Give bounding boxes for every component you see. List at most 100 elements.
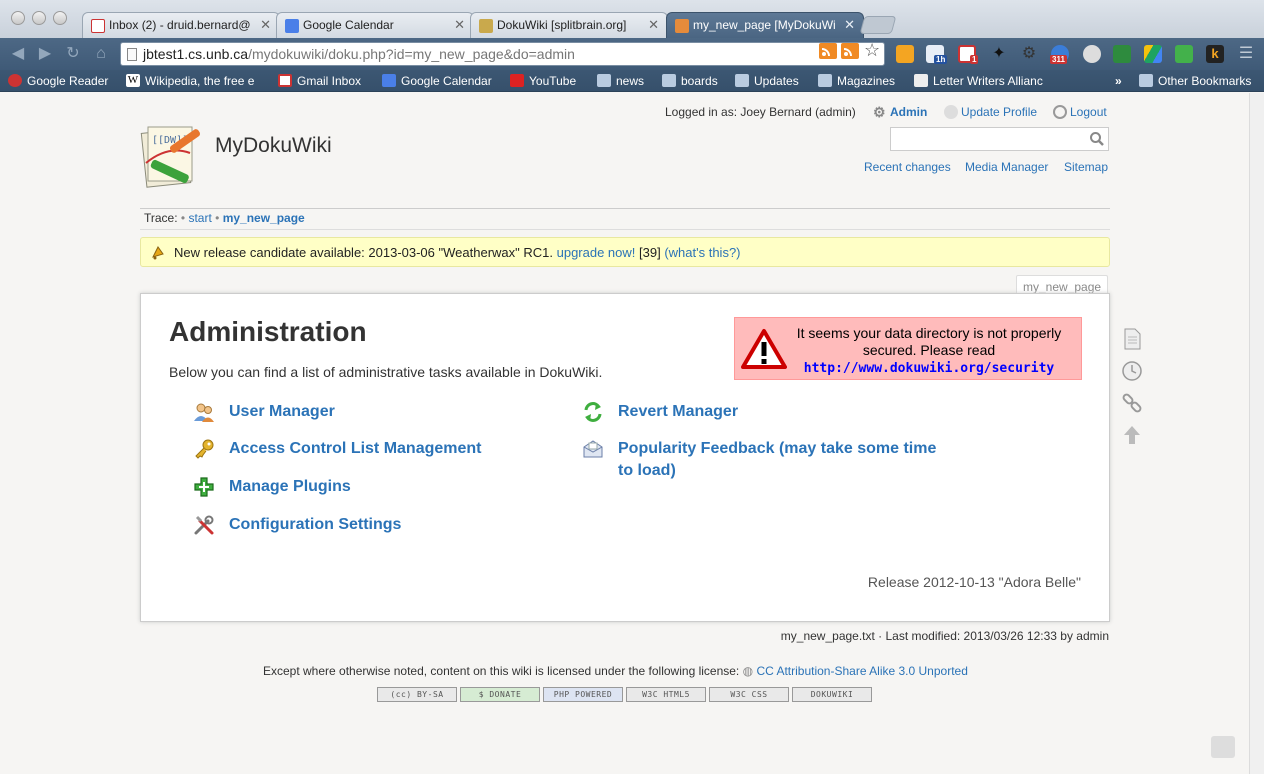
tab-gmail[interactable]: Inbox (2) - druid.bernard@ ✕ bbox=[82, 12, 280, 38]
security-warning: It seems your data directory is not prop… bbox=[734, 317, 1082, 380]
bookmark-gmail-inbox[interactable]: Gmail Inbox bbox=[278, 73, 361, 89]
folder-icon bbox=[1139, 74, 1153, 87]
update-profile-link[interactable]: Update Profile bbox=[944, 105, 1037, 119]
tab-title: DokuWiki [splitbrain.org] bbox=[497, 18, 627, 32]
breadcrumb: Trace: • start • my_new_page bbox=[144, 211, 305, 225]
bookmark-other-bookmarks[interactable]: Other Bookmarks bbox=[1139, 73, 1251, 89]
window-zoom-button[interactable] bbox=[53, 11, 67, 25]
badge-donate[interactable]: $ DONATE bbox=[460, 687, 540, 702]
wikipedia-icon: W bbox=[126, 74, 140, 87]
forward-arrow-icon[interactable]: ▶ bbox=[35, 44, 55, 64]
logout-link[interactable]: Logout bbox=[1053, 105, 1107, 119]
window-close-button[interactable] bbox=[11, 11, 25, 25]
bookmark-label: news bbox=[616, 74, 645, 88]
google-drive-icon[interactable] bbox=[1144, 45, 1162, 63]
twitter-bird-icon[interactable]: ✦ bbox=[990, 45, 1008, 63]
backlinks-chain-icon[interactable] bbox=[1121, 392, 1143, 414]
breadcrumb-current-link[interactable]: my_new_page bbox=[223, 211, 305, 225]
checkmark-icon[interactable] bbox=[1113, 45, 1131, 63]
home-icon[interactable]: ⌂ bbox=[91, 44, 111, 64]
new-tab-button[interactable] bbox=[859, 16, 897, 34]
bookmark-star-icon[interactable]: ☆ bbox=[864, 41, 882, 59]
close-icon[interactable]: ✕ bbox=[648, 17, 659, 33]
admin-link[interactable]: ⚙ Admin bbox=[873, 105, 927, 119]
browser-tab-strip: Inbox (2) - druid.bernard@ ✕ Google Cale… bbox=[0, 0, 1264, 38]
power-icon bbox=[1053, 105, 1067, 119]
revert-icon bbox=[584, 402, 602, 422]
tab-dokuwiki-splitbrain[interactable]: DokuWiki [splitbrain.org] ✕ bbox=[470, 12, 668, 38]
bookmarks-overflow-chevron[interactable]: » bbox=[1115, 73, 1122, 89]
tools-icon bbox=[194, 515, 214, 535]
tab-my-new-page[interactable]: my_new_page [MyDokuWi ✕ bbox=[666, 12, 864, 38]
badge-php-powered[interactable]: PHP POWERED bbox=[543, 687, 623, 702]
whats-this-link[interactable]: (what's this?) bbox=[664, 245, 740, 260]
globe-icon: ◍ bbox=[742, 664, 754, 678]
share-icon[interactable] bbox=[1211, 736, 1235, 758]
cloud-icon[interactable] bbox=[1175, 45, 1193, 63]
show-page-icon[interactable] bbox=[1121, 328, 1143, 350]
search-input[interactable] bbox=[890, 127, 1109, 151]
dokuwiki-logo-icon[interactable]: [[DW]] bbox=[138, 123, 206, 189]
menu-icon[interactable]: ☰ bbox=[1237, 45, 1255, 63]
admin-item-label: Manage Plugins bbox=[229, 478, 351, 495]
bookmark-folder-boards[interactable]: boards bbox=[662, 73, 718, 89]
site-title[interactable]: MyDokuWiki bbox=[215, 134, 332, 158]
browser-toolbar: ◀ ▶ ↻ ⌂ jbtest1.cs.unb.ca/mydokuwiki/dok… bbox=[0, 38, 1264, 70]
bookmark-label: Wikipedia, the free e bbox=[145, 74, 255, 88]
search-icon[interactable] bbox=[1089, 131, 1105, 147]
gear-icon[interactable]: ⚙ bbox=[1020, 45, 1038, 63]
badge-dokuwiki[interactable]: DOKUWIKI bbox=[792, 687, 872, 702]
badge-html5[interactable]: W3C HTML5 bbox=[626, 687, 706, 702]
admin-item-label: User Manager bbox=[229, 403, 335, 420]
close-icon[interactable]: ✕ bbox=[454, 17, 465, 33]
bookmark-label: YouTube bbox=[529, 74, 577, 88]
bookmark-wikipedia[interactable]: W Wikipedia, the free e bbox=[126, 73, 254, 89]
breadcrumb-separator: • bbox=[180, 211, 186, 225]
back-arrow-icon[interactable]: ◀ bbox=[8, 44, 28, 64]
url-host: jbtest1.cs.unb.ca bbox=[143, 46, 249, 62]
rss-feed-icon[interactable] bbox=[841, 43, 859, 59]
kindle-icon[interactable]: k bbox=[1206, 45, 1224, 63]
tab-title: my_new_page [MyDokuWi bbox=[693, 18, 836, 32]
security-link[interactable]: http://www.dokuwiki.org/security bbox=[804, 361, 1054, 376]
badge-css[interactable]: W3C CSS bbox=[709, 687, 789, 702]
notice-count: [39] bbox=[639, 245, 661, 260]
license-notice: Except where otherwise noted, content on… bbox=[263, 664, 968, 678]
vertical-scrollbar[interactable] bbox=[1249, 93, 1264, 774]
page-icon bbox=[127, 48, 137, 61]
bookmark-google-calendar[interactable]: Google Calendar bbox=[382, 73, 492, 89]
dokuwiki-page: Logged in as: Joey Bernard (admin) ⚙ Admi… bbox=[0, 93, 1249, 774]
divider bbox=[140, 208, 1110, 209]
bookmark-google-reader[interactable]: Google Reader bbox=[8, 73, 108, 89]
window-minimize-button[interactable] bbox=[32, 11, 46, 25]
bookmark-letter-writers[interactable]: Letter Writers Allianc bbox=[914, 73, 1050, 89]
upgrade-link[interactable]: upgrade now! bbox=[557, 245, 636, 260]
rss-feed-icon[interactable] bbox=[819, 43, 837, 59]
badge-cc-by-sa[interactable]: (cc) BY-SA bbox=[377, 687, 457, 702]
close-icon[interactable]: ✕ bbox=[844, 17, 855, 33]
license-link[interactable]: CC Attribution-Share Alike 3.0 Unported bbox=[756, 664, 967, 678]
logout-label: Logout bbox=[1070, 105, 1107, 119]
tab-google-calendar[interactable]: Google Calendar ✕ bbox=[276, 12, 474, 38]
reload-icon[interactable]: ↻ bbox=[63, 44, 83, 64]
bookmark-folder-magazines[interactable]: Magazines bbox=[818, 73, 895, 89]
blogger-icon[interactable] bbox=[896, 45, 914, 63]
calendar-icon bbox=[382, 74, 396, 87]
back-to-top-icon[interactable] bbox=[1121, 424, 1143, 446]
bookmark-folder-news[interactable]: news bbox=[597, 73, 644, 89]
sitemap-link[interactable]: Sitemap bbox=[1064, 160, 1108, 174]
security-warning-text: It seems your data directory is not prop… bbox=[796, 325, 1062, 358]
pocket-icon[interactable] bbox=[1083, 45, 1101, 63]
breadcrumb-start-link[interactable]: start bbox=[188, 211, 211, 225]
update-notice: New release candidate available: 2013-03… bbox=[140, 237, 1110, 267]
address-bar[interactable]: jbtest1.cs.unb.ca/mydokuwiki/doku.php?id… bbox=[120, 42, 885, 66]
bell-icon bbox=[152, 246, 164, 260]
bookmark-folder-updates[interactable]: Updates bbox=[735, 73, 799, 89]
breadcrumb-label: Trace: bbox=[144, 211, 178, 225]
recent-changes-link[interactable]: Recent changes bbox=[864, 160, 951, 174]
close-icon[interactable]: ✕ bbox=[260, 17, 271, 33]
bookmark-youtube[interactable]: YouTube bbox=[510, 73, 576, 89]
old-revisions-clock-icon[interactable] bbox=[1121, 360, 1143, 382]
update-profile-label: Update Profile bbox=[961, 105, 1038, 119]
media-manager-link[interactable]: Media Manager bbox=[965, 160, 1048, 174]
